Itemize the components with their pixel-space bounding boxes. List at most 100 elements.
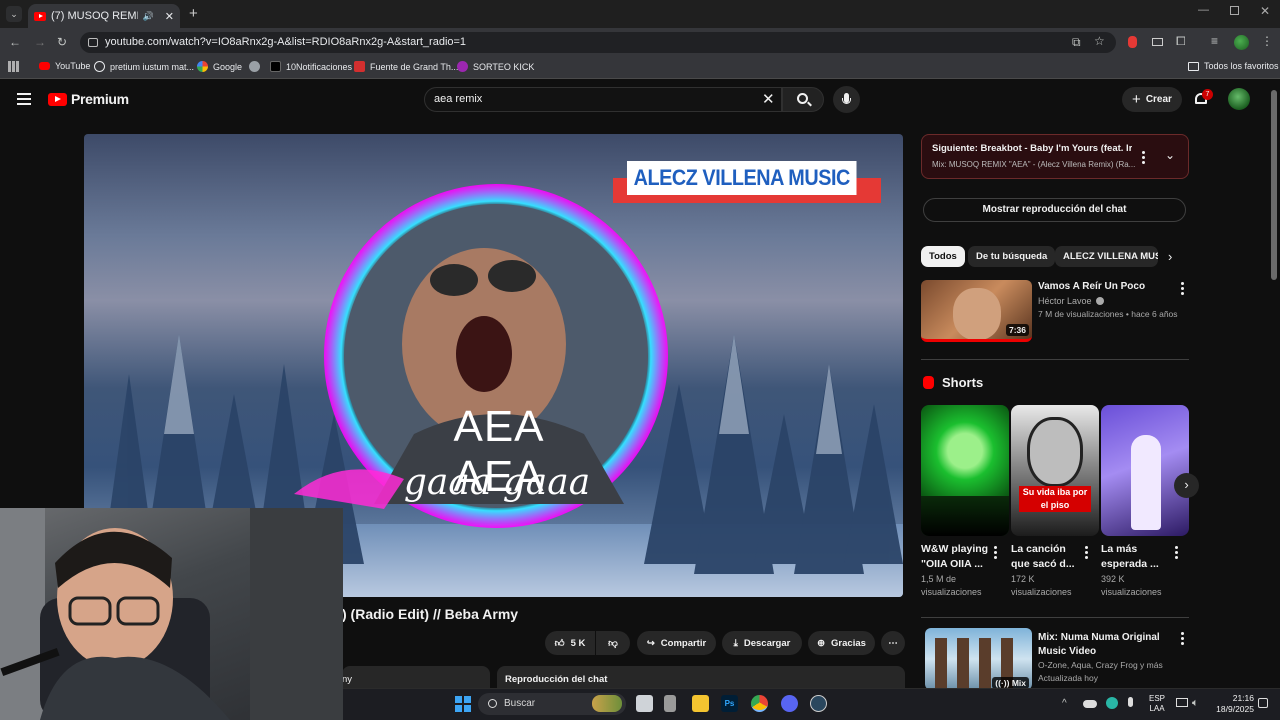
download-button[interactable]: ⤓ Descargar	[722, 631, 802, 655]
recommended-title[interactable]: Vamos A Reír Un Poco	[1038, 281, 1145, 292]
voice-search-button[interactable]	[833, 86, 860, 113]
bookmark-star-icon[interactable]: ☆	[1094, 35, 1105, 47]
search-input[interactable]: aea remix	[424, 87, 782, 112]
chrome-menu-icon[interactable]: ⋮	[1261, 35, 1273, 47]
close-tab-icon[interactable]: ✕	[165, 10, 174, 23]
short-menu-icon-3[interactable]	[1175, 546, 1178, 559]
short-views-3: 392 K visualizaciones	[1101, 574, 1162, 597]
playlist-next-panel[interactable]: Siguiente: Breakbot - Baby I'm Yours (fe…	[921, 134, 1189, 179]
task-view-icon[interactable]	[636, 695, 653, 712]
bookmark-sorteo[interactable]: SORTEO KICK	[457, 61, 534, 72]
search-button[interactable]	[782, 87, 824, 112]
chips-next-icon[interactable]: ›	[1168, 249, 1172, 264]
windows-start-icon[interactable]	[455, 696, 471, 712]
apps-grid-icon[interactable]	[8, 61, 19, 72]
mix-badge-icon: ((·))	[995, 678, 1010, 688]
webcam-overlay	[0, 508, 343, 720]
chip-todos[interactable]: Todos	[921, 246, 965, 267]
short-menu-icon-1[interactable]	[994, 546, 997, 559]
close-window-icon[interactable]: ✕	[1260, 4, 1270, 18]
profile-avatar[interactable]	[1234, 35, 1249, 50]
reload-icon[interactable]: ↻	[57, 36, 67, 48]
folder-icon	[1188, 61, 1199, 71]
short-2-overlay-text: Su vida iba por el piso	[1019, 486, 1091, 512]
steam-icon[interactable]	[810, 695, 827, 712]
short-thumbnail-3[interactable]	[1101, 405, 1189, 536]
more-actions-button[interactable]: ⋯	[881, 631, 905, 655]
short-thumbnail-2[interactable]: Su vida iba por el piso	[1011, 405, 1099, 536]
next-video-label: Siguiente: Breakbot - Baby I'm Yours (fe…	[932, 143, 1132, 154]
short-views-2: 172 K visualizaciones	[1011, 574, 1072, 597]
site-info-icon[interactable]	[88, 38, 98, 47]
discord-icon[interactable]	[781, 695, 798, 712]
short-title-1[interactable]: W&W playing "OIIA OIIA ...	[921, 542, 993, 572]
all-bookmarks[interactable]: Todos los favoritos	[1188, 61, 1279, 71]
short-title-3[interactable]: La más esperada ...	[1101, 542, 1173, 572]
webcam-frame	[0, 508, 343, 720]
bookmark-youtube[interactable]: YouTube	[39, 61, 90, 71]
extension-card-icon[interactable]	[1152, 38, 1163, 46]
tab-list-button[interactable]: ⌄	[6, 6, 22, 22]
tray-app-icon[interactable]	[1106, 697, 1118, 709]
mix-title[interactable]: Mix: Numa Numa Original Music Video	[1038, 631, 1168, 659]
chip-alecz[interactable]: ALECZ VILLENA MUS	[1055, 246, 1158, 267]
page-scrollbar[interactable]	[1271, 90, 1277, 280]
hamburger-menu-icon[interactable]	[17, 93, 31, 105]
back-icon[interactable]: ←	[9, 36, 21, 48]
expand-chevron-icon[interactable]: ⌄	[1165, 148, 1175, 162]
volume-icon[interactable]: 🔈︎	[1192, 697, 1199, 709]
tray-mic-icon[interactable]	[1128, 697, 1133, 707]
extensions-puzzle-icon[interactable]: ⧠	[1176, 35, 1186, 47]
dislike-button[interactable]: 👎︎	[596, 631, 630, 655]
playlist-menu-icon[interactable]	[1142, 151, 1145, 164]
reading-list-icon[interactable]: ≡	[1211, 35, 1218, 47]
mix-label: Mix: MUSOQ REMIX "AEA" - (Alecz Villena …	[932, 160, 1136, 169]
notification-center-icon[interactable]	[1258, 698, 1268, 708]
short-menu-icon-2[interactable]	[1085, 546, 1088, 559]
show-chat-replay-button[interactable]: Mostrar reproducción del chat	[923, 198, 1186, 222]
app-icon[interactable]	[664, 695, 676, 712]
like-button[interactable]: 👍︎ 5 K	[545, 631, 595, 655]
bookmark-globe[interactable]	[249, 61, 260, 72]
network-icon[interactable]	[1176, 698, 1188, 707]
tab-active[interactable]: (7) MUSOQ REMIX "AEA" - 🔊 ✕	[28, 4, 180, 28]
chrome-icon[interactable]	[751, 695, 768, 712]
language-indicator[interactable]: ESP LAA	[1149, 694, 1165, 714]
mix-thumbnail[interactable]: ((·)) Mix	[925, 628, 1032, 690]
mix-menu-icon[interactable]	[1181, 632, 1184, 645]
bookmark-pretium[interactable]: pretium iustum mat...	[94, 61, 194, 72]
create-button[interactable]: + Crear	[1122, 87, 1182, 112]
clear-search-icon[interactable]: ✕	[762, 90, 775, 108]
photoshop-icon[interactable]: Ps	[721, 695, 738, 712]
short-title-2[interactable]: La canción que sacó d...	[1011, 542, 1083, 572]
bookmark-notifications[interactable]: 10Notificaciones	[270, 61, 352, 72]
short-thumbnail-1[interactable]	[921, 405, 1009, 536]
plus-icon: +	[1132, 91, 1141, 108]
restore-icon[interactable]	[1230, 6, 1239, 15]
file-explorer-icon[interactable]	[692, 695, 709, 712]
recommended-menu-icon[interactable]	[1181, 282, 1184, 295]
extension-red-icon[interactable]	[1128, 36, 1137, 48]
verified-icon	[1095, 297, 1104, 305]
bookmark-google[interactable]: Google	[197, 61, 242, 72]
recommended-meta: 7 M de visualizaciones • hace 6 años	[1038, 309, 1178, 319]
recommended-thumbnail[interactable]: 7:36	[921, 280, 1032, 342]
onedrive-icon[interactable]	[1083, 700, 1097, 708]
tray-up-icon[interactable]: ^	[1062, 698, 1067, 710]
forward-icon[interactable]: →	[34, 36, 46, 48]
new-tab-icon[interactable]: +	[189, 5, 198, 22]
address-bar[interactable]: youtube.com/watch?v=IO8aRnx2g-A&list=RDI…	[80, 32, 1116, 53]
bookmark-gta[interactable]: Fuente de Grand Th...	[354, 61, 458, 72]
cast-icon[interactable]: ⧉	[1072, 36, 1081, 48]
chip-de-tu-busqueda[interactable]: De tu búsqueda	[968, 246, 1056, 267]
shorts-next-button[interactable]: ›	[1174, 473, 1199, 498]
shorts-icon	[923, 376, 934, 389]
recommended-channel[interactable]: Héctor Lavoe	[1038, 296, 1104, 306]
share-button[interactable]: ↪ Compartir	[637, 631, 716, 655]
account-avatar[interactable]	[1228, 88, 1250, 110]
clock[interactable]: 21:16 18/9/2025	[1212, 693, 1254, 715]
thanks-button[interactable]: ⊕ Gracias	[808, 631, 875, 655]
youtube-premium-logo[interactable]: Premium	[48, 91, 129, 107]
speaker-icon[interactable]: 🔊	[143, 11, 154, 22]
minimize-icon[interactable]: —	[1198, 4, 1209, 16]
